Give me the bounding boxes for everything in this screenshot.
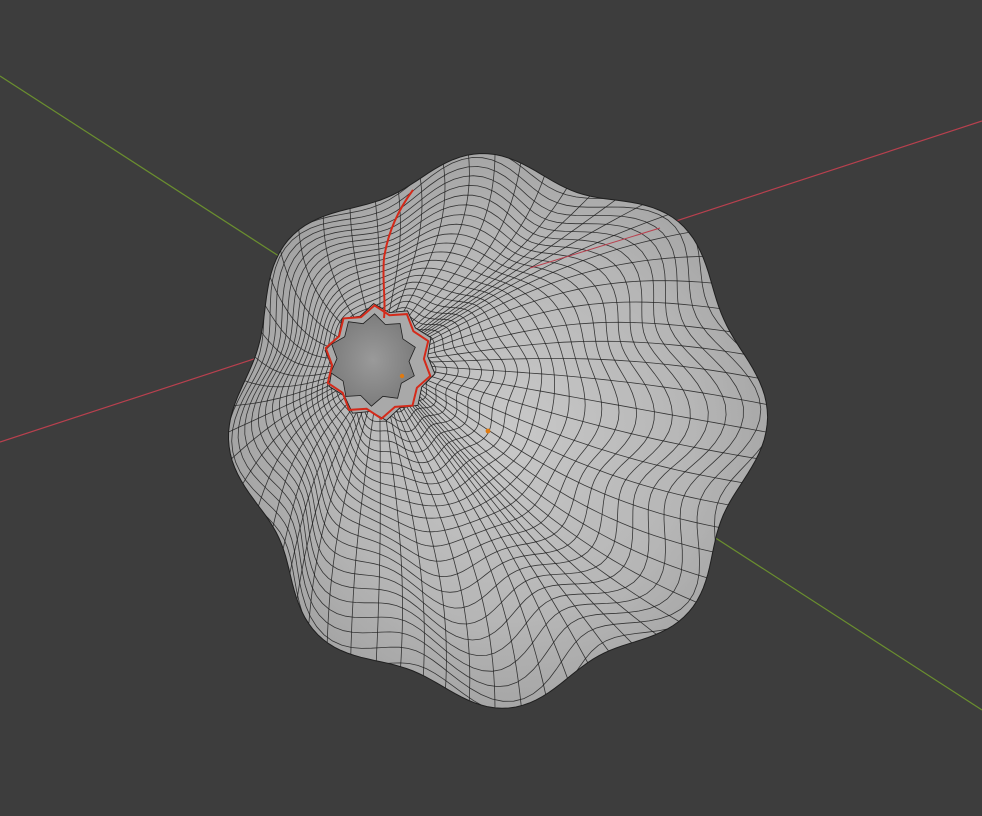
- mesh-object[interactable]: [226, 149, 778, 716]
- object-origin-point: [485, 428, 491, 434]
- 3d-viewport[interactable]: [0, 0, 982, 816]
- viewport-canvas[interactable]: [0, 0, 982, 816]
- selected-origin-point: [399, 373, 405, 379]
